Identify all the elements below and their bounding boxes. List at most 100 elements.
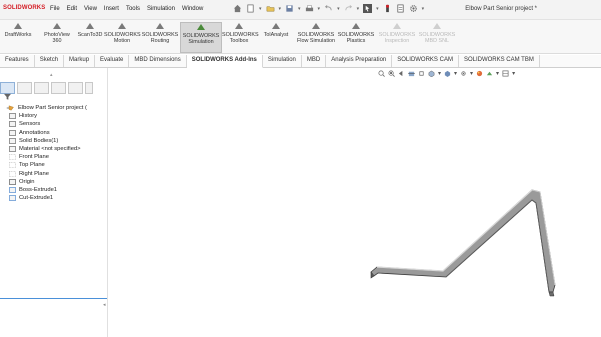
print-icon[interactable] [305, 4, 314, 13]
ribbon-button-10[interactable]: SOLIDWORKS Plastics [336, 22, 376, 51]
ribbon-button-11[interactable]: SOLIDWORKS Inspection [378, 22, 416, 51]
property-manager-tab-icon[interactable] [17, 82, 32, 94]
chevron-down-icon[interactable]: ▾ [512, 70, 515, 77]
rebuild-icon[interactable] [383, 4, 392, 13]
ribbon-button-7[interactable]: SOLIDWORKS Toolbox [222, 22, 259, 51]
tab-features[interactable]: Features [0, 55, 35, 67]
tree-item-label: Annotations [19, 129, 50, 136]
select-icon[interactable] [363, 4, 373, 13]
chevron-down-icon[interactable]: ▾ [279, 6, 282, 12]
chevron-down-icon[interactable]: ▾ [422, 6, 425, 12]
next-tab-arrow-icon[interactable] [85, 82, 93, 94]
chevron-down-icon[interactable]: ▾ [376, 6, 379, 12]
tree-item-origin[interactable]: Origin [6, 178, 106, 186]
solidworks-logo[interactable]: SOLIDWORKS [3, 5, 45, 11]
elbow-part-model[interactable] [370, 189, 556, 297]
tree-item-sensors[interactable]: Sensors [6, 120, 106, 128]
ribbon-button-4[interactable]: SOLIDWORKS Motion [104, 22, 141, 51]
tab-mbd-dimensions[interactable]: MBD Dimensions [129, 55, 187, 67]
ribbon-button-sublabel: Simulation [188, 39, 214, 46]
part-icon [6, 105, 14, 111]
ribbon-button-5[interactable]: SOLIDWORKS Routing [141, 22, 179, 51]
ribbon-button-12[interactable]: SOLIDWORKS MBD SNL [418, 22, 456, 51]
tree-item-solid-bodies-1[interactable]: Solid Bodies(1) [6, 137, 106, 145]
menu-item-simulation[interactable]: Simulation [147, 6, 175, 12]
edit-appearance-icon[interactable] [476, 70, 483, 77]
tree-item-cut-extrude1[interactable]: Cut-Extrude1 [6, 194, 106, 202]
undo-icon[interactable] [324, 4, 333, 13]
chevron-down-icon[interactable]: ▾ [438, 70, 441, 77]
tree-item-label: Front Plane [19, 154, 49, 161]
redo-icon[interactable] [344, 4, 353, 13]
zoom-to-area-icon[interactable] [388, 70, 395, 77]
tree-item-right-plane[interactable]: Right Plane [6, 170, 106, 178]
section-view-icon[interactable] [408, 70, 415, 77]
view-orientation-icon[interactable] [428, 70, 435, 77]
apply-scene-icon[interactable] [486, 70, 493, 77]
tab-mbd[interactable]: MBD [302, 55, 327, 67]
view-settings-icon[interactable] [502, 70, 509, 77]
new-document-icon[interactable] [246, 4, 255, 13]
chevron-down-icon[interactable]: ▾ [337, 6, 340, 12]
tab-evaluate[interactable]: Evaluate [95, 55, 130, 67]
tree-item-label: Sensors [19, 121, 41, 128]
tab-analysis-preparation[interactable]: Analysis Preparation [326, 55, 393, 67]
file-properties-icon[interactable] [396, 4, 405, 13]
tree-root-part[interactable]: Elbow Part Senior project ( [6, 104, 106, 112]
ribbon-button-9[interactable]: SOLIDWORKS Flow Simulation [296, 22, 336, 51]
tree-item-label: Origin [19, 178, 35, 185]
ribbon-button-6[interactable]: SOLIDWORKS Simulation [180, 22, 222, 53]
dynamic-annotation-icon[interactable] [418, 70, 425, 77]
tree-item-material-not-specified[interactable]: Material <not specified> [6, 145, 106, 153]
display-style-icon[interactable] [444, 70, 451, 77]
previous-view-icon[interactable] [398, 70, 405, 77]
tab-markup[interactable]: Markup [64, 55, 96, 67]
tab-simulation[interactable]: Simulation [263, 55, 302, 67]
menu-bar: File Edit View Insert Tools Simulation Window [50, 6, 203, 12]
configuration-manager-tab-icon[interactable] [34, 82, 49, 94]
chevron-down-icon[interactable]: ▾ [357, 6, 360, 12]
ribbon-addin-icon [86, 23, 94, 29]
chevron-down-icon[interactable]: ▾ [259, 6, 262, 12]
graphics-area[interactable] [108, 80, 601, 337]
chevron-down-icon[interactable]: ▾ [496, 70, 499, 77]
chevron-down-icon[interactable]: ▾ [470, 70, 473, 77]
ribbon-addin-icon [352, 23, 360, 29]
menu-item-edit[interactable]: Edit [67, 6, 77, 12]
panel-resize-handle[interactable]: ◂ [103, 302, 106, 308]
menu-item-view[interactable]: View [84, 6, 97, 12]
tab-solidworks-cam[interactable]: SOLIDWORKS CAM [392, 55, 459, 67]
tab-solidworks-add-ins[interactable]: SOLIDWORKS Add-Ins [186, 55, 263, 68]
ribbon-button-2[interactable]: PhotoView 360 [40, 22, 74, 51]
chevron-down-icon[interactable]: ▾ [298, 6, 301, 12]
tree-item-boss-extrude1[interactable]: Boss-Extrude1 [6, 186, 106, 194]
menu-item-file[interactable]: File [50, 6, 60, 12]
ribbon-button-1[interactable]: DraftWorks [0, 22, 36, 51]
ribbon-button-8[interactable]: TolAnalyst [258, 22, 294, 51]
chevron-down-icon[interactable]: ▾ [318, 6, 321, 12]
save-icon[interactable] [285, 4, 294, 13]
tab-solidworks-cam-tbm[interactable]: SOLIDWORKS CAM TBM [459, 55, 540, 67]
tree-item-front-plane[interactable]: Front Plane [6, 153, 106, 161]
hide-show-items-icon[interactable] [460, 70, 467, 77]
chevron-down-icon[interactable]: ▾ [454, 70, 457, 77]
filter-icon[interactable] [4, 93, 11, 100]
gear-icon[interactable] [409, 4, 418, 13]
quick-access-toolbar: ▾ ▾ ▾ ▾ ▾ ▾ ▾ ▾ [233, 4, 424, 13]
ribbon-button-label: DraftWorks [4, 32, 32, 38]
dimxpert-manager-tab-icon[interactable] [51, 82, 66, 94]
home-icon[interactable] [233, 4, 242, 13]
ribbon-button-3[interactable]: ScanTo3D [76, 22, 104, 51]
open-icon[interactable] [266, 4, 275, 13]
tab-sketch[interactable]: Sketch [35, 55, 65, 67]
menu-item-tools[interactable]: Tools [126, 6, 140, 12]
panel-collapse-arrow[interactable]: ▴ [50, 72, 53, 78]
tree-item-top-plane[interactable]: Top Plane [6, 161, 106, 169]
tree-item-history[interactable]: History [6, 112, 106, 120]
tree-item-label: Top Plane [19, 162, 45, 169]
zoom-to-fit-icon[interactable] [378, 70, 385, 77]
display-manager-tab-icon[interactable] [68, 82, 83, 94]
tree-item-annotations[interactable]: Annotations [6, 129, 106, 137]
menu-item-window[interactable]: Window [182, 6, 203, 12]
menu-item-insert[interactable]: Insert [104, 6, 119, 12]
